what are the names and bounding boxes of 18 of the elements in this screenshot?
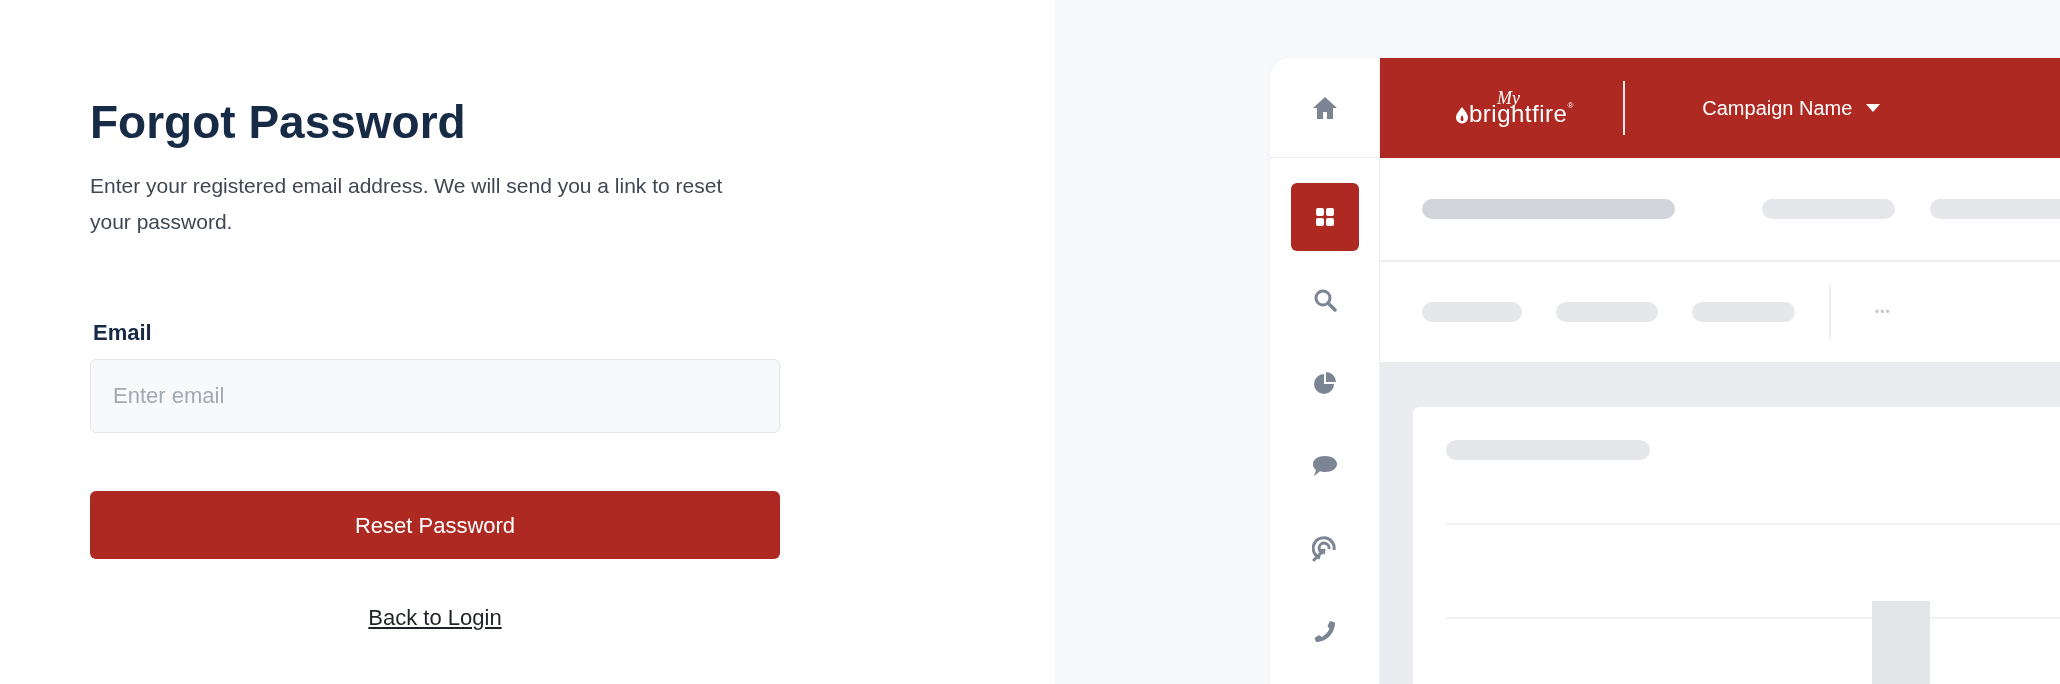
email-input-field[interactable]: Enter email: [90, 359, 780, 433]
page-title: Forgot Password: [90, 95, 467, 150]
sidebar-nav-item[interactable]: [1290, 183, 1359, 251]
chat-bubble-icon: [1311, 454, 1338, 478]
search-icon: [1312, 288, 1337, 312]
phone-icon: [1312, 620, 1337, 644]
description-text: Enter your registered email address. We will send you a link to reset your password.: [90, 173, 724, 235]
grid-icon: [1314, 207, 1335, 227]
email-label: Email: [93, 319, 153, 347]
back-to-login-link[interactable]: Back to Login: [368, 601, 502, 634]
campaign-dropdown[interactable]: Campaign Name: [1702, 93, 1881, 123]
reset-password-button[interactable]: Reset Password: [90, 491, 780, 559]
registered-mark: ®: [1567, 100, 1574, 112]
target-arrow-icon: [1311, 536, 1338, 562]
pie-chart-icon: [1312, 371, 1337, 395]
flame-icon: [1455, 106, 1469, 124]
home-icon: [1311, 95, 1338, 120]
caret-icon: [1866, 104, 1881, 112]
